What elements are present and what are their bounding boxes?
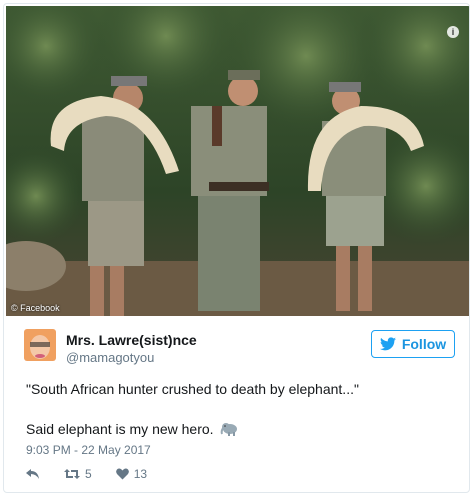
author-name[interactable]: Mrs. Lawre(sist)nce [66,332,197,348]
tweet-text-hero: Said elephant is my new hero. [26,421,214,437]
follow-button[interactable]: Follow [371,330,455,358]
photo-credit: © Facebook [11,303,60,313]
elephant-emoji-icon [221,423,238,436]
retweet-icon [64,469,80,479]
tweet-text-line2: Said elephant is my new hero. [26,421,238,437]
follow-label: Follow [401,336,447,352]
reply-icon [26,469,39,479]
like-button[interactable]: 13 [115,467,148,481]
avatar[interactable] [24,329,56,361]
twitter-bird-icon [379,337,396,351]
tweet-card: © Facebook i Mrs. Lawre(sist)nce @mamago… [3,3,470,493]
like-count: 13 [133,467,148,481]
info-icon[interactable]: i [447,26,459,38]
tweet-timestamp[interactable]: 9:03 PM - 22 May 2017 [26,443,151,457]
heart-icon [115,468,129,480]
tweet-text-line1: "South African hunter crushed to death b… [26,381,359,397]
tweet-actions: 5 13 [26,465,171,483]
retweet-count: 5 [85,467,92,481]
retweet-button[interactable]: 5 [64,467,92,481]
tweet-photo[interactable]: © Facebook i [6,6,469,316]
reply-button[interactable] [26,468,40,480]
author-handle[interactable]: @mamagotyou [66,350,154,365]
